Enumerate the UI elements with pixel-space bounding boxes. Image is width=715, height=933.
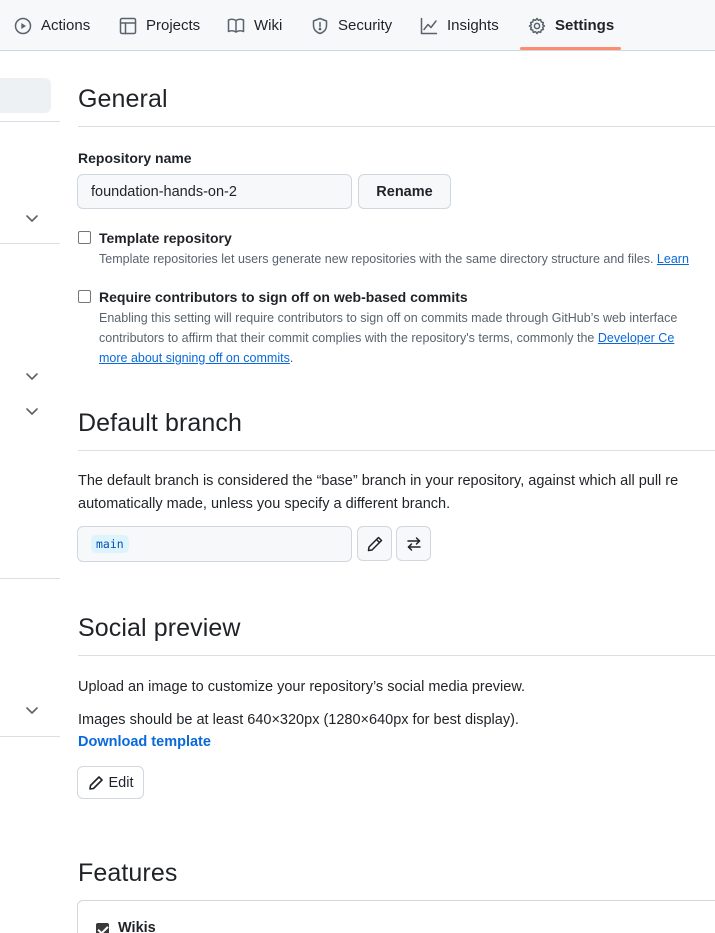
active-tab-underline [520, 47, 621, 50]
repo-name-label: Repository name [78, 150, 192, 166]
repo-name-input[interactable]: foundation-hands-on-2 [77, 174, 352, 209]
chevron-down-icon [26, 373, 38, 380]
default-branch-description-line2: automatically made, unless you specify a… [78, 496, 451, 512]
rename-branch-button[interactable] [357, 526, 392, 561]
sidebar-divider [0, 736, 60, 737]
wikis-checkbox[interactable] [96, 923, 109, 933]
shield-icon [312, 17, 328, 34]
social-preview-size-hint: Images should be at least 640×320px (128… [78, 712, 519, 728]
edit-button-label: Edit [108, 774, 134, 791]
sidebar-divider [0, 578, 60, 579]
graph-icon [420, 17, 438, 34]
features-heading: Features [78, 859, 178, 887]
features-panel [77, 900, 715, 933]
default-branch-field: main [77, 526, 352, 562]
switch-branch-button[interactable] [396, 526, 431, 561]
template-repository-checkbox[interactable] [78, 231, 91, 244]
section-divider [78, 126, 715, 127]
chevron-down-icon [26, 408, 38, 415]
tab-security[interactable]: Security [311, 0, 392, 51]
section-divider [78, 655, 715, 656]
tab-insights[interactable]: Insights [420, 0, 499, 51]
repo-nav: Actions Projects Wiki Security Insights … [0, 0, 715, 51]
template-repository-description: Template repositories let users generate… [99, 252, 689, 266]
branch-name-tag: main [91, 535, 129, 553]
signoff-description-line2: contributors to affirm that their commit… [99, 331, 675, 345]
tab-settings[interactable]: Settings [528, 0, 614, 51]
social-preview-description: Upload an image to customize your reposi… [78, 679, 526, 695]
tab-label: Security [338, 17, 393, 34]
book-icon [227, 18, 245, 33]
section-divider [78, 450, 715, 451]
sidebar-item-selected[interactable] [0, 78, 51, 113]
tab-label: Settings [555, 17, 615, 34]
rename-button[interactable]: Rename [358, 174, 451, 209]
default-branch-description-line1: The default branch is considered the “ba… [78, 473, 679, 489]
chevron-down-icon [26, 707, 38, 714]
wikis-label: Wikis [118, 920, 156, 933]
tab-projects[interactable]: Projects [119, 0, 200, 51]
tab-label: Actions [41, 17, 91, 34]
table-icon [119, 17, 137, 34]
sidebar-expand-chevron[interactable] [24, 368, 40, 384]
signoff-description-line1: Enabling this setting will require contr… [99, 311, 678, 325]
signoff-label: Require contributors to sign off on web-… [99, 289, 468, 305]
sidebar-expand-chevron[interactable] [24, 702, 40, 718]
edit-social-preview-button[interactable]: Edit [77, 766, 144, 799]
developer-certificate-link[interactable]: Developer Ce [598, 331, 674, 345]
sidebar-divider [0, 243, 60, 244]
default-branch-heading: Default branch [78, 409, 242, 437]
template-repository-label: Template repository [99, 230, 232, 246]
tab-label: Insights [447, 17, 499, 34]
chevron-down-icon [26, 215, 38, 222]
sidebar-divider [0, 121, 60, 122]
pencil-icon [367, 536, 382, 551]
arrow-switch-icon [406, 536, 421, 551]
tab-wiki[interactable]: Wiki [227, 0, 282, 51]
general-heading: General [78, 85, 168, 113]
tab-label: Projects [146, 17, 201, 34]
signoff-learn-more-link[interactable]: more about signing off on commits [99, 351, 290, 365]
tab-label: Wiki [254, 17, 283, 34]
tab-actions[interactable]: Actions [14, 0, 90, 51]
play-circle-icon [14, 17, 32, 34]
repo-name-value: foundation-hands-on-2 [91, 183, 237, 200]
download-template-link[interactable]: Download template [78, 734, 211, 750]
social-preview-heading: Social preview [78, 614, 241, 642]
learn-more-link[interactable]: Learn [657, 252, 689, 266]
signoff-description-line3: more about signing off on commits. [99, 351, 294, 365]
sidebar-expand-chevron[interactable] [24, 210, 40, 226]
pencil-icon [88, 775, 103, 790]
signoff-checkbox[interactable] [78, 290, 91, 303]
gear-icon [528, 17, 546, 34]
sidebar-expand-chevron[interactable] [24, 403, 40, 419]
